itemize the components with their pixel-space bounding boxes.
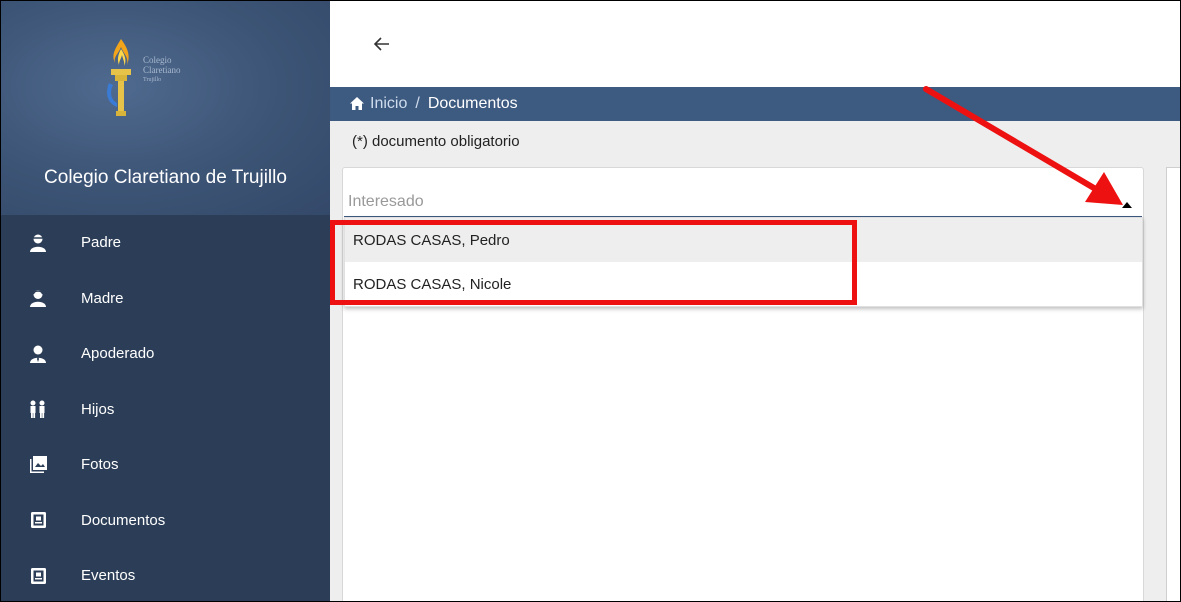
- interesado-select[interactable]: Interesado: [344, 190, 1142, 218]
- sidebar-item-fotos[interactable]: Fotos: [1, 437, 330, 493]
- breadcrumb: Inicio / Documentos: [330, 87, 1180, 121]
- calendar-doc-icon: [27, 565, 49, 587]
- sidebar: Colegio Claretiano Trujillo Colegio Clar…: [1, 1, 330, 601]
- required-note: (*) documento obligatorio: [352, 133, 520, 150]
- sidebar-item-documentos[interactable]: Documentos: [1, 493, 330, 549]
- document-icon: [27, 509, 49, 531]
- breadcrumb-separator: /: [415, 95, 420, 112]
- children-icon: [27, 398, 49, 420]
- logo-text: Colegio Claretiano Trujillo: [143, 55, 181, 83]
- sidebar-item-label: Eventos: [81, 567, 136, 585]
- sidebar-item-hijos[interactable]: Hijos: [1, 382, 330, 438]
- app-frame: Colegio Claretiano Trujillo Colegio Clar…: [0, 0, 1181, 602]
- photos-icon: [27, 454, 49, 476]
- sidebar-item-padre[interactable]: Padre: [1, 215, 330, 271]
- sidebar-item-label: Hijos: [81, 400, 115, 418]
- sidebar-header: Colegio Claretiano Trujillo Colegio Clar…: [1, 1, 330, 215]
- school-logo: Colegio Claretiano Trujillo: [101, 37, 231, 127]
- top-bar: [330, 1, 1180, 87]
- sidebar-item-label: Documentos: [81, 511, 166, 529]
- sidebar-item-label: Apoderado: [81, 345, 155, 363]
- user-tie-icon: [27, 343, 49, 365]
- arrow-left-icon[interactable]: [372, 34, 392, 54]
- user-icon: [27, 232, 49, 254]
- sidebar-item-madre[interactable]: Madre: [1, 271, 330, 327]
- school-name: Colegio Claretiano de Trujillo: [44, 167, 287, 188]
- select-placeholder: Interesado: [348, 193, 424, 210]
- breadcrumb-home-link[interactable]: Inicio: [370, 95, 407, 113]
- caret-up-icon[interactable]: [1122, 202, 1132, 208]
- right-panel: [1166, 167, 1180, 601]
- sidebar-item-label: Padre: [81, 234, 122, 252]
- torch-logo-icon: [107, 39, 131, 116]
- sidebar-item-label: Madre: [81, 289, 124, 307]
- user-female-icon: [27, 287, 49, 309]
- sidebar-item-apoderado[interactable]: Apoderado: [1, 326, 330, 382]
- home-icon[interactable]: [350, 97, 364, 111]
- sidebar-item-label: Fotos: [81, 456, 119, 474]
- highlight-box: [330, 220, 857, 305]
- sidebar-item-eventos[interactable]: Eventos: [1, 548, 330, 601]
- sidebar-nav: Padre Madre Apoderado Hijos Fotos Docume…: [1, 215, 330, 601]
- breadcrumb-current: Documentos: [427, 95, 518, 112]
